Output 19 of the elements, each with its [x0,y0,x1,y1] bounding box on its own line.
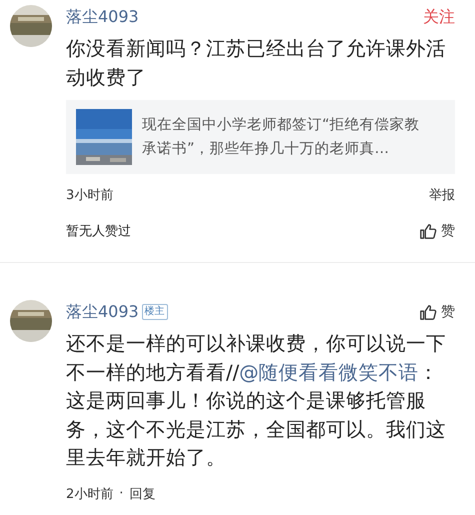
thumbs-up-icon [419,222,437,240]
author-name[interactable]: 落尘4093 [66,302,139,322]
like-button[interactable]: 赞 [419,303,455,321]
reply-button[interactable]: 回复 [129,484,156,502]
like-button[interactable]: 赞 [419,222,455,240]
comment-text: 还不是一样的可以补课收费，你可以说一下不一样的地方看看//@随便看看微笑不语：这是两回事儿！你说的这个是课够托管服务，这个不光是江苏，全国都可以。我们这里去年就开始了。 [66,331,447,471]
timestamp: 2小时前 [66,486,114,502]
mention-link[interactable]: @随便看看微笑不语 [239,360,419,384]
author-name[interactable]: 落尘4093 [66,6,139,28]
timestamp: 3小时前 [66,187,114,204]
thumbs-up-icon [419,304,437,320]
report-button[interactable]: 举报 [429,186,455,204]
comment-text: 你没看新闻吗？江苏已经出台了允许课外活动收费了 [66,36,447,90]
follow-button[interactable]: 关注 [423,6,455,28]
likes-status: 暂无人赞过 [66,223,131,240]
separator-dot: · [119,486,124,501]
author-badge: 楼主 [142,304,168,320]
link-title: 现在全国中小学老师都签订“拒绝有偿家教承诺书”，那些年挣几十万的老师真… [142,116,421,159]
link-card[interactable]: 现在全国中小学老师都签订“拒绝有偿家教承诺书”，那些年挣几十万的老师真… [66,100,455,174]
